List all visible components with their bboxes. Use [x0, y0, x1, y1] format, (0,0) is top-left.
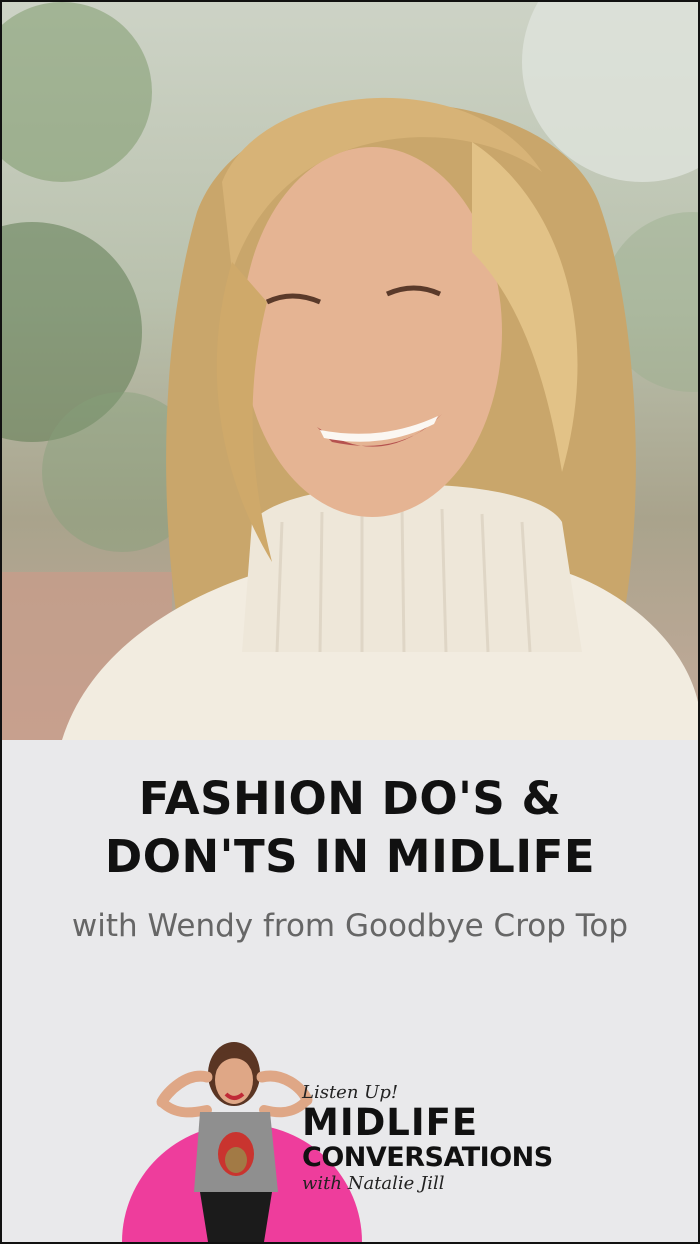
headline-line-2: DON'TS IN MIDLIFE: [104, 830, 596, 883]
subtitle: with Wendy from Goodbye Crop Top: [71, 908, 629, 944]
podcast-title-line-1: MIDLIFE: [302, 1101, 479, 1144]
guest-photo: [2, 2, 698, 740]
podcast-host: with Natalie Jill: [302, 1173, 445, 1194]
podcast-logo: Listen Up! MIDLIFE CONVERSATIONS with Na…: [2, 1032, 698, 1242]
podcast-wordmark: Listen Up! MIDLIFE CONVERSATIONS with Na…: [302, 1082, 553, 1194]
podcast-tagline: Listen Up!: [302, 1082, 399, 1103]
guest-photo-illustration: [2, 2, 698, 740]
podcast-title-line-2: CONVERSATIONS: [302, 1142, 553, 1173]
headline-line-1: FASHION DO'S &: [138, 772, 562, 825]
headline: FASHION DO'S & DON'TS IN MIDLIFE: [2, 770, 698, 886]
pin-graphic: FASHION DO'S & DON'TS IN MIDLIFE with We…: [0, 0, 700, 1244]
